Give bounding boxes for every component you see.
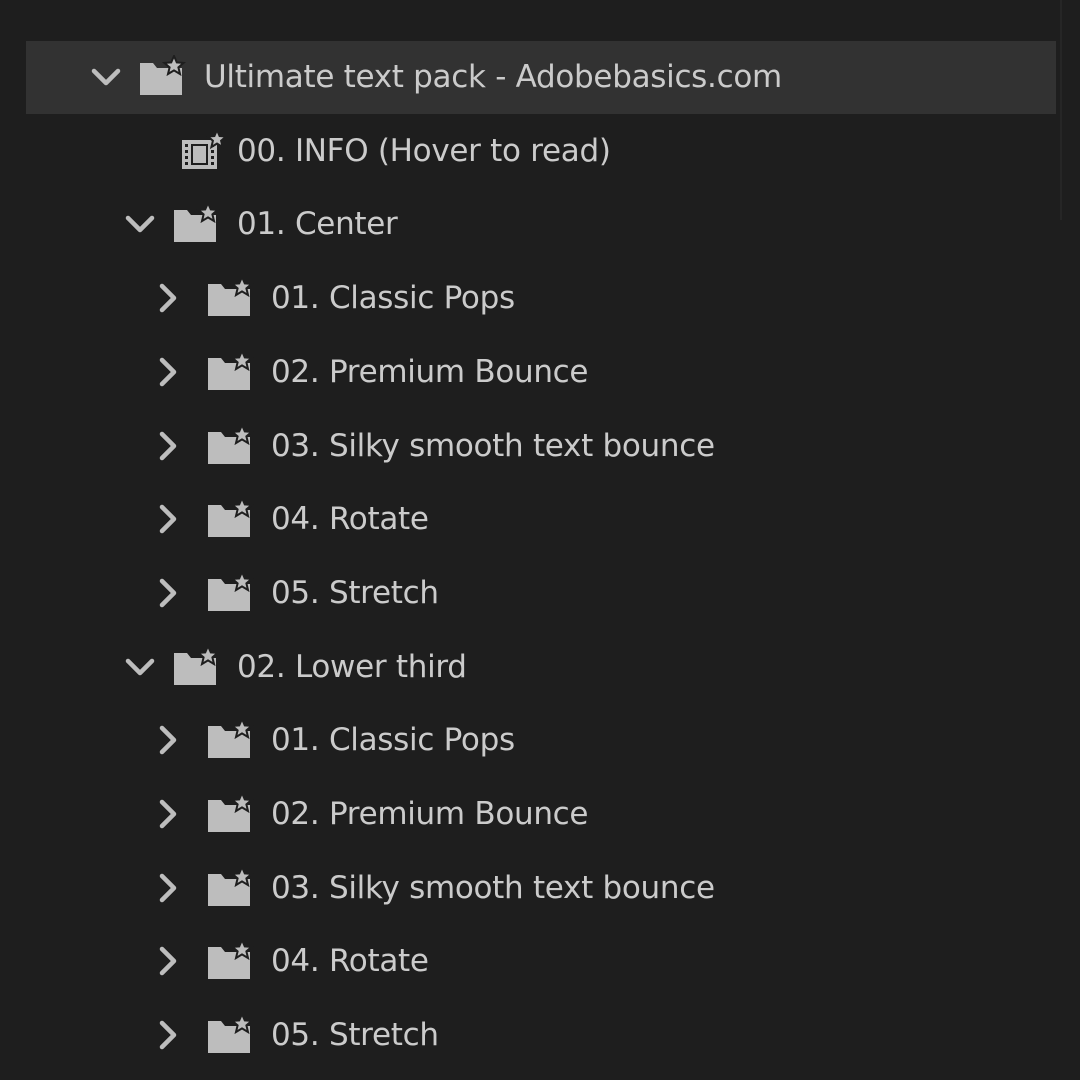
bin-folder-star-icon [206, 276, 254, 318]
tree-row-center[interactable]: 01. Center [0, 188, 1080, 261]
tree-row-lower-stretch[interactable]: 05. Stretch [0, 999, 1080, 1072]
tree-row-label: 01. Center [237, 206, 398, 243]
bin-folder-star-icon [172, 202, 220, 244]
tree-row-center-stretch[interactable]: 05. Stretch [0, 557, 1080, 630]
tree-row-lower-third[interactable]: 02. Lower third [0, 631, 1080, 704]
tree-row-label: 05. Stretch [271, 574, 439, 611]
chevron-right-icon[interactable] [150, 354, 186, 390]
tree-row-center-premium-bounce[interactable]: 02. Premium Bounce [0, 336, 1080, 409]
tree-row-label: 00. INFO (Hover to read) [237, 132, 611, 169]
tree-row-label: 03. Silky smooth text bounce [271, 427, 715, 464]
chevron-down-icon[interactable] [122, 206, 158, 242]
chevron-right-icon[interactable] [150, 575, 186, 611]
chevron-right-icon[interactable] [150, 280, 186, 316]
tree-row-label: 02. Premium Bounce [271, 796, 589, 832]
bin-folder-star-icon [206, 865, 254, 908]
tree-row-label: 01. Classic Pops [271, 280, 515, 317]
bin-folder-star-icon [206, 1013, 254, 1055]
tree-row-center-silky-smooth[interactable]: 03. Silky smooth text bounce [0, 410, 1080, 483]
chevron-right-icon[interactable] [150, 943, 186, 979]
bin-folder-star-icon [172, 644, 220, 687]
tree-row-lower-classic-pops[interactable]: 01. Classic Pops [0, 704, 1080, 777]
bin-folder-star-icon [206, 349, 254, 392]
project-bin-tree: Ultimate text pack - Adobebasics.com 00. … [0, 0, 1080, 1080]
chevron-right-icon[interactable] [150, 870, 186, 906]
tree-row-label: 02. Premium Bounce [271, 353, 589, 390]
tree-row-lower-premium-bounce[interactable]: 02. Premium Bounce [0, 778, 1080, 851]
chevron-right-icon[interactable] [150, 1017, 186, 1053]
sequence-film-star-icon [180, 128, 228, 171]
bin-folder-star-icon [206, 718, 254, 760]
tree-row-label: 01. Classic Pops [271, 722, 515, 759]
chevron-down-icon[interactable] [88, 59, 124, 95]
tree-row-label: 02. Lower third [237, 648, 467, 685]
tree-row-root[interactable]: Ultimate text pack - Adobebasics.com [0, 41, 1080, 114]
chevron-right-icon[interactable] [150, 796, 186, 832]
tree-row-label: 03. Silky smooth text bounce [271, 869, 715, 906]
bin-folder-star-icon [206, 570, 254, 613]
tree-row-label: Ultimate text pack - Adobebasics.com [204, 59, 782, 95]
tree-row-label: 04. Rotate [271, 943, 429, 980]
tree-row-label: 05. Stretch [271, 1017, 439, 1054]
bin-folder-star-icon [206, 792, 254, 834]
tree-row-lower-silky-smooth[interactable]: 03. Silky smooth text bounce [0, 852, 1080, 925]
chevron-right-icon[interactable] [150, 722, 186, 758]
bin-folder-star-icon [206, 497, 254, 539]
chevron-right-icon[interactable] [150, 501, 186, 537]
tree-row-lower-rotate[interactable]: 04. Rotate [0, 925, 1080, 998]
bin-folder-star-icon [206, 423, 254, 466]
tree-row-center-rotate[interactable]: 04. Rotate [0, 483, 1080, 556]
chevron-down-icon[interactable] [122, 649, 158, 685]
bin-folder-star-icon [138, 55, 186, 97]
chevron-right-icon[interactable] [150, 428, 186, 464]
tree-row-center-classic-pops[interactable]: 01. Classic Pops [0, 262, 1080, 335]
tree-row-label: 04. Rotate [271, 501, 429, 538]
bin-folder-star-icon [206, 939, 254, 981]
tree-row-info[interactable]: 00. INFO (Hover to read) [0, 115, 1080, 188]
